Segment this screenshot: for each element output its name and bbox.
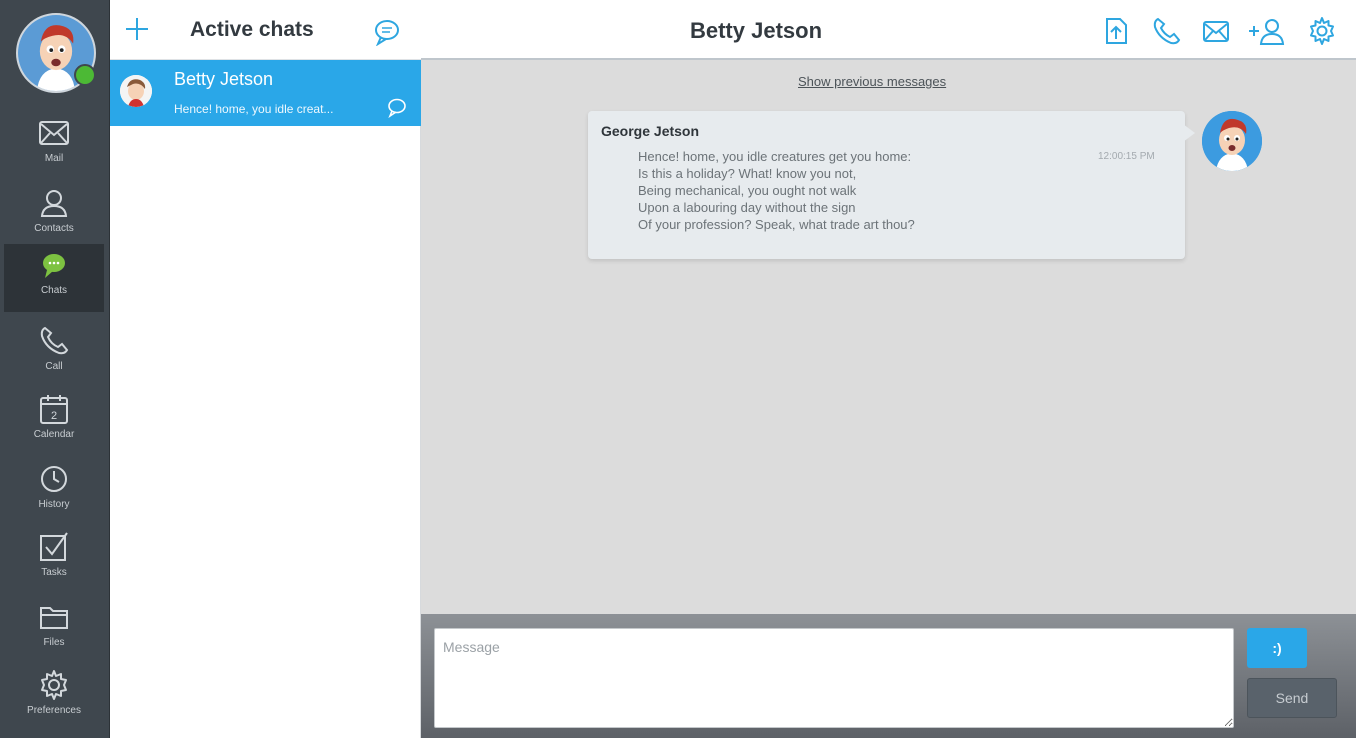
conversation-header: Betty Jetson: [421, 0, 1356, 60]
gear-icon: [41, 670, 67, 700]
nav-item-mail[interactable]: Mail: [4, 112, 104, 180]
gear-icon[interactable]: [1307, 16, 1337, 46]
nav-label: Calendar: [33, 429, 75, 440]
message-author: George Jetson: [601, 123, 700, 139]
main-nav: Mail Contacts Chats Call 2 Calendar Hist…: [0, 0, 110, 738]
nav-item-calendar[interactable]: 2 Calendar: [4, 388, 104, 456]
calendar-badge-text: 2: [51, 410, 57, 422]
nav-label: Call: [45, 361, 63, 372]
message-line: Hence! home, you idle creatures get you …: [638, 149, 912, 164]
show-previous-messages-link[interactable]: Show previous messages: [798, 74, 946, 89]
mail-icon: [39, 121, 69, 145]
new-chat-plus-icon[interactable]: [122, 14, 152, 44]
nav-label: Mail: [44, 153, 64, 164]
message-bubble: George Jetson 12:00:15 PM Hence! home, y…: [588, 111, 1185, 259]
message-input[interactable]: [434, 628, 1234, 728]
emoji-button[interactable]: :): [1247, 628, 1307, 668]
conversation-panel: Betty Jetson Show previous messages Geor…: [421, 0, 1356, 738]
clock-icon: [41, 466, 67, 492]
presence-status-dot: [74, 64, 96, 86]
message-line: Being mechanical, you ought not walk: [638, 183, 857, 198]
chat-contact-avatar: [120, 75, 152, 107]
chats-icon: [43, 254, 65, 278]
nav-label: Preferences: [27, 705, 81, 716]
add-contact-icon[interactable]: [1247, 16, 1285, 46]
message-line: Is this a holiday? What! know you not,: [638, 166, 857, 181]
message-line: Upon a labouring day without the sign: [638, 200, 856, 215]
chat-list-item[interactable]: Betty Jetson Hence! home, you idle creat…: [110, 60, 421, 126]
chats-panel: Active chats Betty Jetson Hence! home, y…: [110, 0, 421, 738]
calendar-icon: 2: [40, 395, 68, 424]
chat-bubble-icon[interactable]: [373, 18, 401, 46]
conversation-title: Betty Jetson: [689, 18, 823, 43]
message-bubble-tail: [1183, 124, 1195, 142]
contact-avatar-image: [120, 75, 152, 107]
nav-item-history[interactable]: History: [4, 458, 104, 526]
chat-contact-name: Betty Jetson: [174, 69, 274, 89]
author-avatar-image: [1202, 111, 1262, 171]
chats-title: Active chats: [190, 18, 314, 41]
phone-icon[interactable]: [1151, 16, 1181, 46]
nav-item-preferences[interactable]: Preferences: [4, 664, 104, 732]
nav-label: Contacts: [34, 223, 74, 234]
message-line: Of your profession? Speak, what trade ar…: [638, 217, 915, 232]
compose-area: :) Send: [421, 614, 1356, 738]
send-button[interactable]: Send: [1247, 678, 1337, 718]
nav-item-chats[interactable]: Chats: [4, 244, 104, 312]
chat-last-message-preview: Hence! home, you idle creat...: [174, 102, 334, 116]
phone-icon: [40, 326, 69, 355]
chat-bubble-icon: [388, 98, 406, 118]
chats-header: Active chats: [110, 0, 421, 60]
message-timestamp: 12:00:15 PM: [1098, 151, 1155, 162]
nav-item-tasks[interactable]: Tasks: [4, 526, 104, 594]
nav-label: Tasks: [41, 567, 67, 578]
tasks-icon: [40, 532, 68, 561]
nav-label: Files: [43, 637, 65, 648]
mail-icon[interactable]: [1201, 16, 1231, 46]
nav-item-call[interactable]: Call: [4, 320, 104, 388]
nav-label: History: [38, 499, 70, 510]
nav-item-contacts[interactable]: Contacts: [4, 182, 104, 250]
folder-icon: [40, 607, 68, 629]
share-file-icon[interactable]: [1101, 16, 1131, 46]
nav-label: Chats: [40, 285, 68, 296]
contacts-icon: [40, 190, 68, 217]
nav-item-files[interactable]: Files: [4, 596, 104, 664]
message-author-avatar: [1202, 111, 1262, 171]
